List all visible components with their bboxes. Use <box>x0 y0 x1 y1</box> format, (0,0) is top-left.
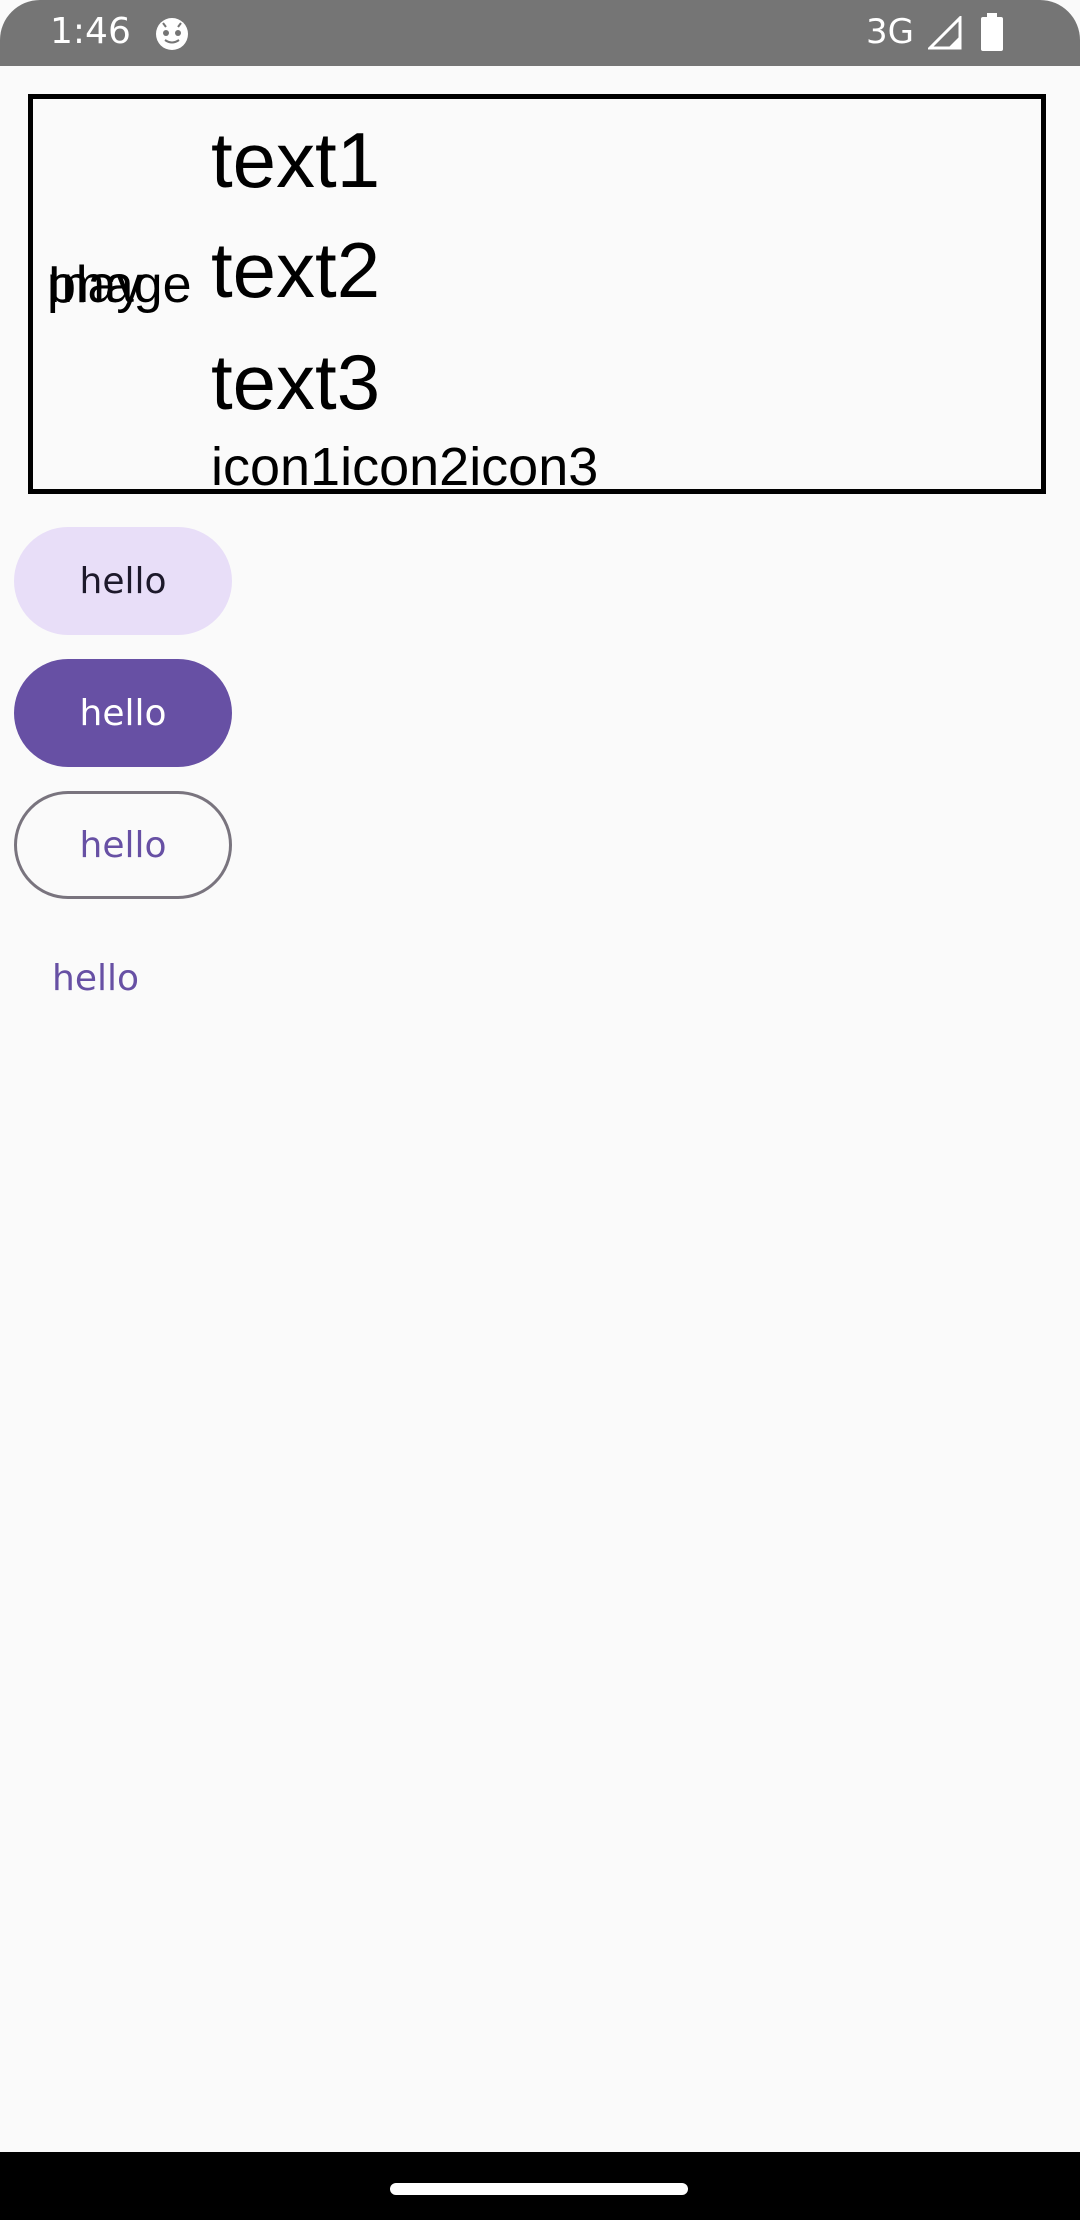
outlined-hello-button[interactable]: hello <box>14 791 232 899</box>
status-bar: 1:46 3G <box>0 0 1080 66</box>
play-label: play <box>47 256 143 314</box>
filled-hello-button[interactable]: hello <box>14 659 232 767</box>
text-button-label: hello <box>52 958 139 999</box>
screen: 1:46 3G Image play text1 text2 text3 ico… <box>0 0 1080 2220</box>
home-gesture-handle[interactable] <box>390 2183 688 2195</box>
battery-icon <box>981 13 1003 51</box>
content-card: Image play text1 text2 text3 icon1icon2i… <box>28 94 1046 497</box>
tonal-hello-button[interactable]: hello <box>14 527 232 635</box>
network-type: 3G <box>866 12 914 52</box>
signal-icon <box>928 16 962 50</box>
outlined-button-label: hello <box>79 824 167 866</box>
text-hello-button[interactable]: hello <box>38 950 153 1007</box>
filled-button-label: hello <box>79 692 167 734</box>
android-debug-icon <box>156 18 188 50</box>
tonal-button-label: hello <box>79 560 167 602</box>
text3-label: text3 <box>211 338 381 426</box>
icons-row-label: icon1icon2icon3 <box>211 437 599 497</box>
text2-label: text2 <box>211 226 381 314</box>
text1-label: text1 <box>211 116 381 204</box>
status-time: 1:46 <box>50 11 131 52</box>
